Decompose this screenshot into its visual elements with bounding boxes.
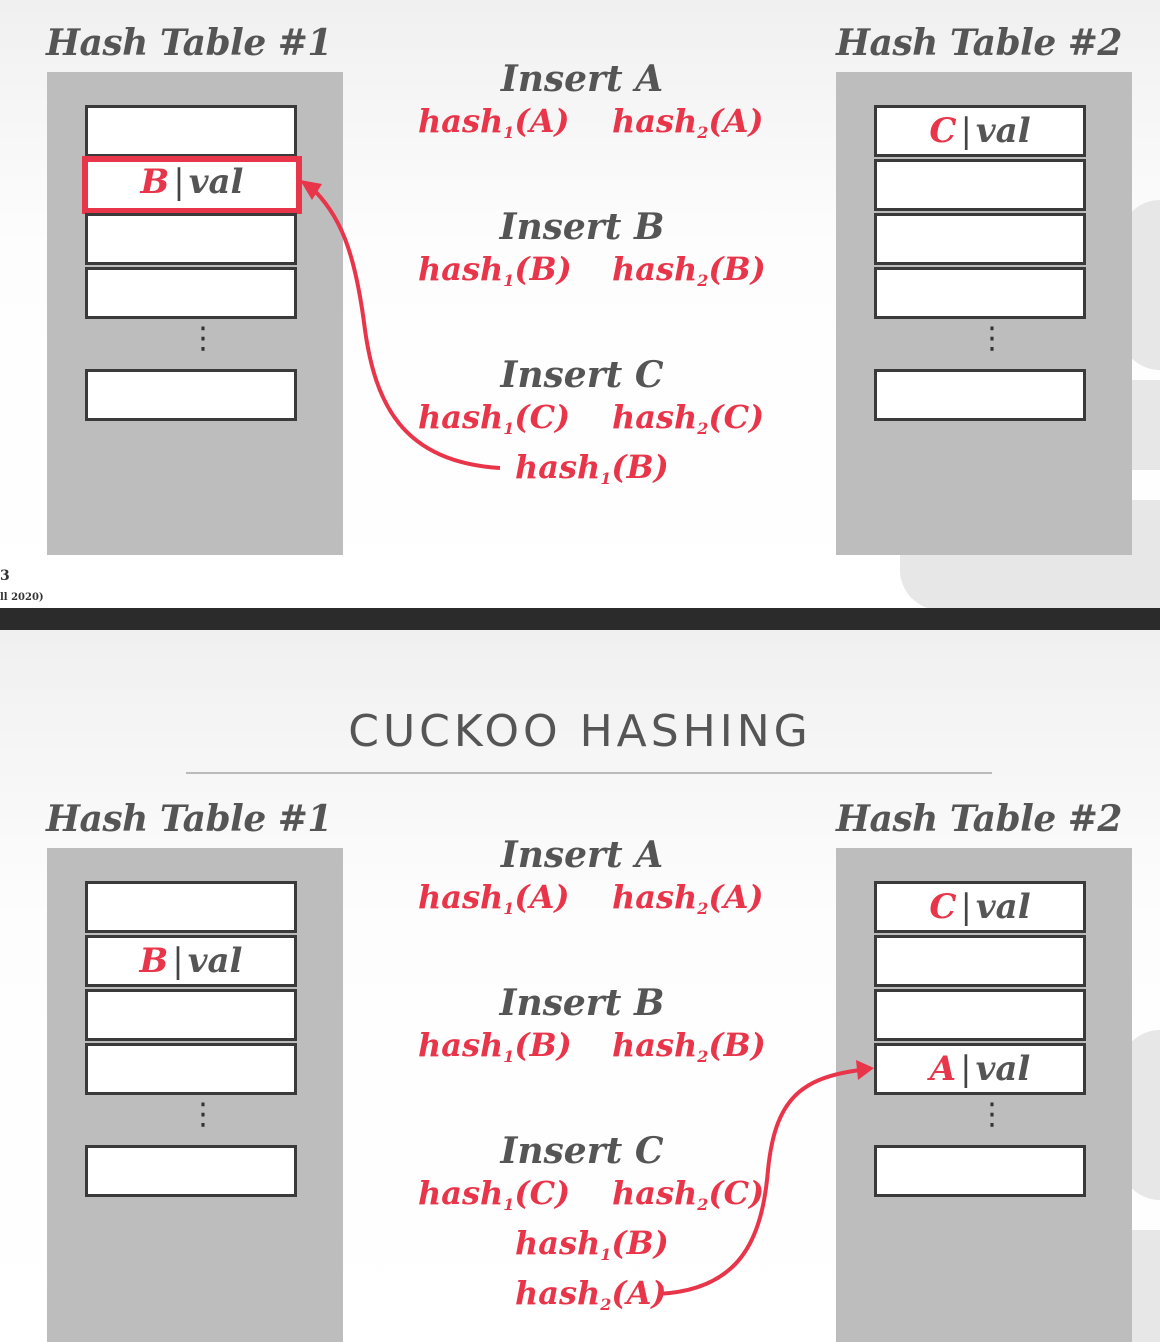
evict-arrow (300, 180, 501, 470)
move-arrow (657, 1060, 874, 1296)
slide-1: Hash Table #1 B | val ⋮ Hash Table #2 C | va… (0, 0, 1160, 608)
slide-separator (0, 608, 1160, 630)
slide-2: CUCKOO HASHING Hash Table #1 B | val ⋮ Has… (0, 630, 1160, 1342)
footer-number: 3 (0, 568, 10, 584)
footer-course: ll 2020) (0, 592, 44, 603)
